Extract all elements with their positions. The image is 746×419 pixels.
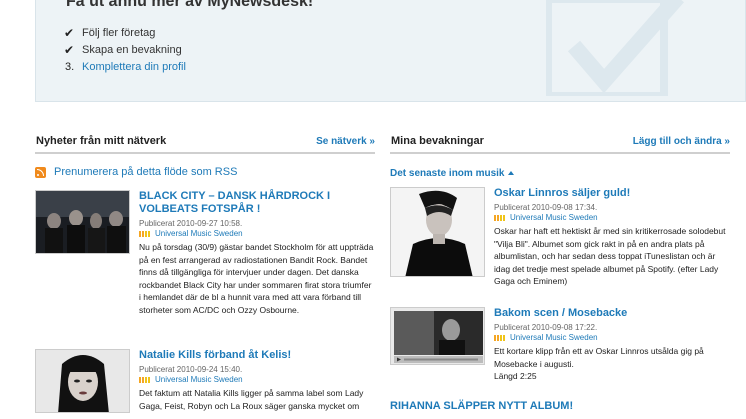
watch-item-published: Publicerat 2010-09-08 17:34.: [494, 203, 598, 212]
news-item-published: Publicerat 2010-09-24 15:40.: [139, 365, 243, 374]
news-item-source[interactable]: Universal Music Sweden: [139, 229, 375, 239]
watch-item-description: Oskar har haft ett hektiskt år med sin k…: [494, 226, 726, 286]
news-item-title[interactable]: Natalie Kills förband åt Kelis!: [139, 349, 375, 362]
watch-item-source[interactable]: Universal Music Sweden: [494, 333, 730, 343]
checkmark-icon: ✔: [64, 43, 75, 57]
newsdesk-watermark-icon: [546, 0, 685, 96]
source-bars-icon: [494, 215, 506, 221]
video-length-label: Längd: [494, 371, 518, 381]
oskar-linnros-thumbnail[interactable]: [390, 187, 485, 277]
source-bars-icon: [139, 231, 151, 237]
rss-subscribe[interactable]: Prenumerera på detta flöde som RSS: [35, 164, 375, 180]
news-item-source-label[interactable]: Universal Music Sweden: [155, 229, 243, 239]
promo-title: Få ut ännu mer av MyNewsdesk!: [66, 0, 314, 10]
complete-profile-link[interactable]: Komplettera din profil: [82, 61, 186, 73]
source-bars-icon: [494, 335, 506, 341]
news-item-source[interactable]: Universal Music Sweden: [139, 375, 375, 385]
watch-item-description: Ett kortare klipp från ett av Oskar Linn…: [494, 346, 704, 369]
video-length-value: 2:25: [520, 371, 537, 381]
news-item-title[interactable]: BLACK CITY – DANSK HÅRDROCK I VOLBEATS F…: [139, 190, 375, 216]
promo-step-number: 3.: [65, 61, 75, 73]
promo-step-label: Skapa en bevakning: [82, 44, 182, 56]
watch-item-title[interactable]: RIHANNA SLÄPPER NYTT ALBUM!: [390, 400, 573, 412]
promo-steps: ✔ Följ fler företag ✔ Skapa en bevakning…: [64, 25, 186, 76]
promo-step: ✔ Följ fler företag: [64, 25, 186, 41]
caret-up-icon: [508, 171, 515, 175]
watch-item-title[interactable]: Bakom scen / Mosebacke: [494, 307, 730, 320]
music-section-toggle[interactable]: Det senaste inom musik: [390, 166, 730, 180]
news-item-source-label[interactable]: Universal Music Sweden: [155, 375, 243, 385]
watch-item-source-label[interactable]: Universal Music Sweden: [510, 333, 598, 343]
onboarding-box: Få ut ännu mer av MyNewsdesk! ✔ Följ fle…: [35, 0, 746, 102]
network-news-title: Nyheter från mitt nätverk: [36, 135, 167, 147]
add-and-edit-link[interactable]: Lägg till och ändra »: [633, 136, 730, 147]
promo-step: ✔ Skapa en bevakning: [64, 42, 186, 58]
rss-subscribe-link[interactable]: Prenumerera på detta flöde som RSS: [54, 166, 237, 178]
news-item-published: Publicerat 2010-09-27 10:58.: [139, 219, 243, 228]
news-item-description: Nu på torsdag (30/9) gästar bandet Stock…: [139, 242, 374, 315]
music-section-label[interactable]: Det senaste inom musik: [390, 168, 504, 179]
my-watches-column: Mina bevakningar Lägg till och ändra » D…: [390, 130, 730, 412]
mosebacke-video-thumbnail[interactable]: [390, 307, 485, 365]
source-bars-icon: [139, 377, 151, 383]
natalie-kills-thumbnail[interactable]: [35, 349, 130, 413]
black-city-thumbnail[interactable]: [35, 190, 130, 254]
network-news-header: Nyheter från mitt nätverk Se nätverk »: [35, 130, 375, 154]
my-watches-header: Mina bevakningar Lägg till och ändra »: [390, 130, 730, 154]
news-item-description: Det faktum att Natalia Kills ligger på s…: [139, 388, 364, 411]
rss-icon: [35, 166, 46, 178]
promo-step: 3. Komplettera din profil: [64, 59, 186, 75]
my-watches-title: Mina bevakningar: [391, 135, 484, 147]
network-news-column: Nyheter från mitt nätverk Se nätverk » P…: [35, 130, 375, 413]
watch-item-source-label[interactable]: Universal Music Sweden: [510, 213, 598, 223]
video-length: Längd 2:25: [494, 371, 730, 381]
see-network-link[interactable]: Se nätverk »: [316, 136, 375, 147]
watch-item-title[interactable]: Oskar Linnros säljer guld!: [494, 187, 730, 200]
watch-item-published: Publicerat 2010-09-08 17:22.: [494, 323, 598, 332]
promo-step-label: Följ fler företag: [82, 27, 156, 39]
watch-item-source[interactable]: Universal Music Sweden: [494, 213, 730, 223]
checkmark-icon: ✔: [64, 26, 75, 40]
